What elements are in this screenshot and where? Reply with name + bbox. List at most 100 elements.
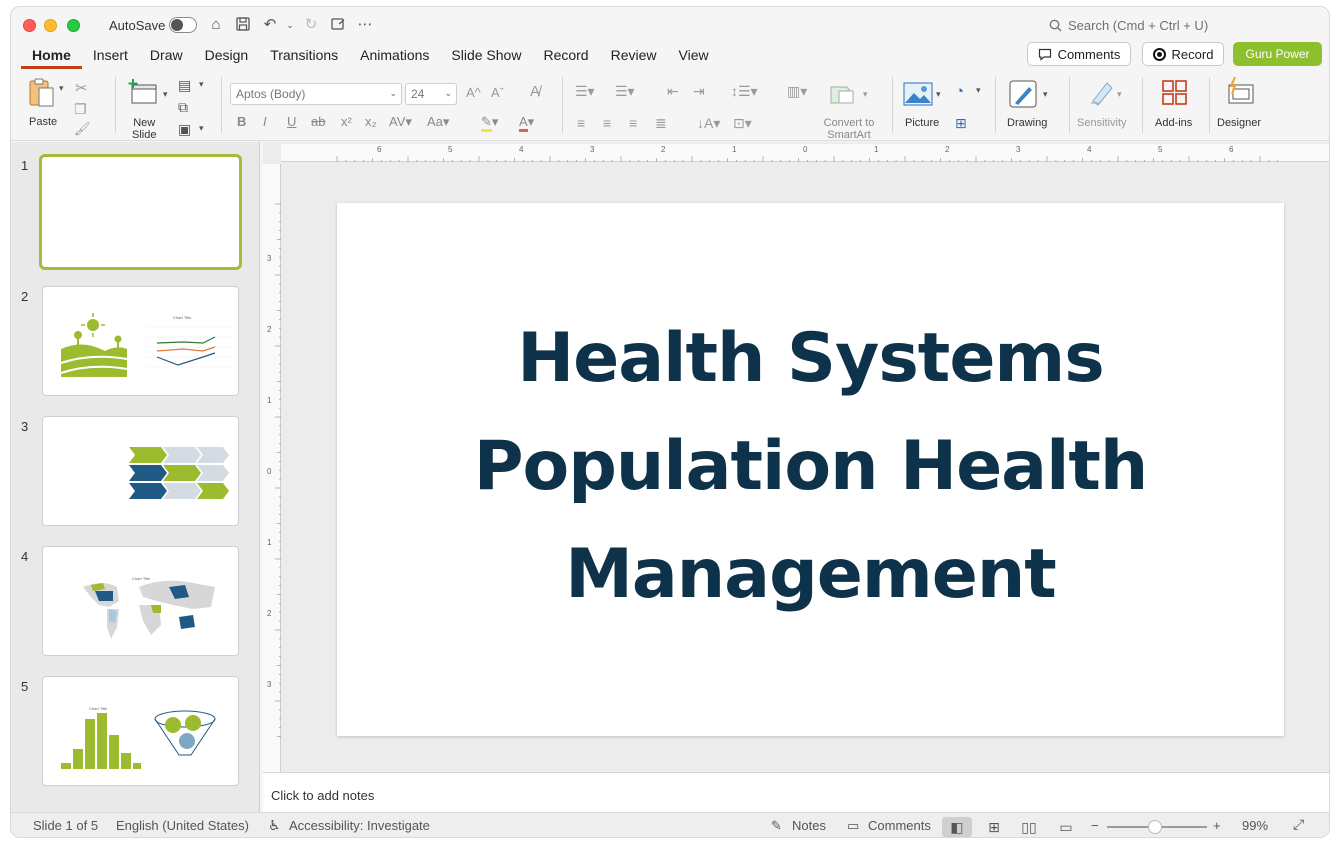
picture-dropdown-icon[interactable]: ▾ <box>936 89 941 100</box>
smartart-dropdown-icon[interactable]: ▾ <box>863 89 868 100</box>
tab-insert[interactable]: Insert <box>82 43 139 69</box>
designer-button[interactable]: Designer <box>1217 77 1267 135</box>
reset-icon[interactable]: ⧉ <box>178 99 188 116</box>
bold-icon[interactable]: B <box>237 114 246 129</box>
align-right-icon[interactable]: ≡ <box>629 115 637 131</box>
home-icon[interactable]: ⌂ <box>207 16 225 34</box>
tab-animations[interactable]: Animations <box>349 43 440 69</box>
drawing-dropdown-icon[interactable]: ▾ <box>1043 89 1048 100</box>
numbering-icon[interactable]: ☰▾ <box>615 83 635 100</box>
underline-icon[interactable]: U <box>287 114 296 129</box>
save-icon[interactable] <box>234 16 252 34</box>
new-slide-label-1: New <box>133 117 156 129</box>
undo-dropdown-icon[interactable]: ⌄ <box>281 16 299 34</box>
tab-design[interactable]: Design <box>194 43 260 69</box>
slide-thumbnail-3[interactable] <box>42 416 239 526</box>
more-icon[interactable]: ⋯ <box>356 16 374 34</box>
highlight-icon[interactable]: ✎▾ <box>481 114 498 132</box>
convert-smartart-button[interactable]: Convert to SmartArt <box>817 79 881 141</box>
strikethrough-icon[interactable]: ab <box>311 114 325 129</box>
layout-dropdown-icon[interactable]: ▾ <box>199 79 204 90</box>
tab-transitions[interactable]: Transitions <box>259 43 349 69</box>
sensitivity-dropdown-icon[interactable]: ▾ <box>1117 89 1122 100</box>
shapes-icon[interactable]: ◔ <box>955 83 964 100</box>
font-size-select[interactable]: 24 ⌄ <box>405 83 457 105</box>
bullets-icon[interactable]: ☰▾ <box>575 83 595 100</box>
font-name-select[interactable]: Aptos (Body) ⌄ <box>230 83 402 105</box>
notes-toggle[interactable]: Notes <box>792 818 826 833</box>
subscript-icon[interactable]: x₂ <box>365 114 377 129</box>
ruler-h-label: 6 <box>1229 145 1234 154</box>
slide-thumbnail-4[interactable]: Chart Title <box>42 546 239 656</box>
comments-button[interactable]: Comments <box>1027 42 1131 66</box>
present-icon[interactable] <box>329 16 347 34</box>
sensitivity-button[interactable]: Sensitivity <box>1073 79 1137 135</box>
paste-dropdown-icon[interactable]: ▾ <box>59 83 64 94</box>
character-spacing-icon[interactable]: AV▾ <box>389 114 412 130</box>
search-box[interactable]: Search (Cmd + Ctrl + U) <box>1049 18 1208 33</box>
tab-view[interactable]: View <box>668 43 720 69</box>
picture-button[interactable]: Picture <box>901 79 945 135</box>
maximize-window-button[interactable] <box>67 19 80 32</box>
clear-format-icon[interactable]: A̸ <box>530 83 540 100</box>
font-color-icon[interactable]: A▾ <box>519 114 534 132</box>
increase-indent-icon[interactable]: ⇥ <box>693 83 705 100</box>
slide-title[interactable]: Health Systems Population Health Managem… <box>337 305 1284 629</box>
change-case-icon[interactable]: Aa▾ <box>427 114 449 130</box>
zoom-level[interactable]: 99% <box>1242 818 1268 833</box>
current-slide[interactable]: Health Systems Population Health Managem… <box>337 203 1284 736</box>
justify-icon[interactable]: ≣ <box>655 115 667 132</box>
superscript-icon[interactable]: x² <box>341 114 352 129</box>
language-status[interactable]: English (United States) <box>116 818 249 833</box>
align-center-icon[interactable]: ≡ <box>603 115 611 131</box>
normal-view-button[interactable]: ◧ <box>942 817 972 837</box>
slide-thumbnail-5[interactable]: Chart Title <box>42 676 239 786</box>
text-box-icon[interactable]: ⊞ <box>955 115 967 132</box>
record-button[interactable]: Record <box>1142 42 1224 66</box>
undo-icon[interactable]: ↶ <box>261 16 279 34</box>
drawing-button[interactable]: Drawing <box>1005 79 1055 135</box>
fit-slide-icon[interactable]: ⤢ <box>1293 816 1304 833</box>
slide-sorter-button[interactable]: ⊞ <box>979 817 1009 837</box>
tab-review[interactable]: Review <box>600 43 668 69</box>
zoom-in-button[interactable]: + <box>1213 818 1221 833</box>
slide-thumbnail-1[interactable] <box>39 154 242 270</box>
columns-icon[interactable]: ▥▾ <box>787 83 807 100</box>
accessibility-status[interactable]: Accessibility: Investigate <box>289 818 430 833</box>
line-spacing-icon[interactable]: ↕☰▾ <box>731 83 758 100</box>
section-icon[interactable]: ▣ <box>178 121 191 138</box>
decrease-font-icon[interactable]: Aˇ <box>491 85 504 100</box>
slide-thumbnail-2[interactable]: Chart Title <box>42 286 239 396</box>
notes-pane[interactable]: Click to add notes <box>263 772 1329 812</box>
convert-label-1: Convert to <box>823 117 875 129</box>
zoom-slider-thumb[interactable] <box>1148 820 1162 834</box>
new-slide-dropdown-icon[interactable]: ▾ <box>163 89 168 100</box>
addins-button[interactable]: Add-ins <box>1153 79 1199 135</box>
format-painter-icon[interactable]: 🖌 <box>74 121 91 137</box>
autosave-toggle[interactable] <box>169 17 197 33</box>
redo-icon[interactable]: ↻ <box>302 16 320 34</box>
copy-icon[interactable]: ❐ <box>74 101 87 118</box>
comments-toggle[interactable]: Comments <box>868 818 931 833</box>
tab-draw[interactable]: Draw <box>139 43 194 69</box>
guru-power-button[interactable]: Guru Power <box>1233 42 1322 66</box>
close-window-button[interactable] <box>23 19 36 32</box>
text-direction-icon[interactable]: ↓A▾ <box>697 115 720 132</box>
minimize-window-button[interactable] <box>44 19 57 32</box>
align-text-icon[interactable]: ⊡▾ <box>733 115 752 132</box>
layout-icon[interactable]: ▤ <box>178 77 191 94</box>
tab-record[interactable]: Record <box>532 43 599 69</box>
tab-home[interactable]: Home <box>21 43 82 69</box>
shapes-dropdown-icon[interactable]: ▾ <box>976 85 981 96</box>
new-slide-button[interactable]: New Slide <box>126 77 168 141</box>
increase-font-icon[interactable]: A^ <box>466 85 481 100</box>
align-left-icon[interactable]: ≡ <box>577 115 585 131</box>
italic-icon[interactable]: I <box>263 114 267 129</box>
tab-slide-show[interactable]: Slide Show <box>440 43 532 69</box>
decrease-indent-icon[interactable]: ⇤ <box>667 83 679 100</box>
reading-view-button[interactable]: ▯▯ <box>1014 817 1044 837</box>
zoom-out-button[interactable]: − <box>1091 818 1099 833</box>
slide-show-button[interactable]: ▭ <box>1051 817 1081 837</box>
section-dropdown-icon[interactable]: ▾ <box>199 123 204 134</box>
cut-icon[interactable]: ✂ <box>75 79 88 97</box>
